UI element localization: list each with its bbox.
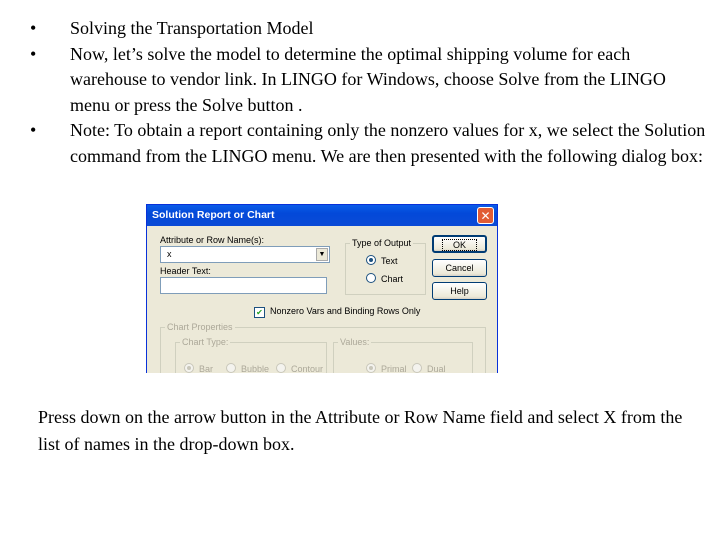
- slide-caption: Press down on the arrow button in the At…: [38, 407, 683, 454]
- cancel-button[interactable]: Cancel: [432, 259, 487, 277]
- bullet-item: • Note: To obtain a report containing onl…: [28, 118, 708, 169]
- radio-primal[interactable]: Primal: [366, 363, 407, 373]
- radio-selected-icon: [366, 363, 376, 373]
- chart-type-label: Chart Type:: [180, 337, 231, 347]
- attribute-label: Attribute or Row Name(s):: [160, 235, 265, 245]
- checkmark-icon: ✔: [254, 307, 265, 318]
- radio-bubble[interactable]: Bubble: [226, 363, 269, 373]
- close-icon[interactable]: ✕: [477, 207, 494, 224]
- radio-text-label: Text: [381, 256, 398, 266]
- header-text-label: Header Text:: [160, 266, 211, 276]
- radio-text[interactable]: Text: [366, 255, 398, 266]
- output-type-label: Type of Output: [350, 238, 414, 248]
- help-label: Help: [450, 286, 469, 296]
- radio-bar[interactable]: Bar: [184, 363, 213, 373]
- output-type-group: Type of Output Text Chart: [345, 238, 426, 295]
- bullet-marker: •: [30, 18, 37, 38]
- radio-unselected-icon: [412, 363, 422, 373]
- chart-properties-group: Chart Properties Chart Type: Bar Bubble …: [160, 322, 486, 373]
- radio-chart-label: Chart: [381, 274, 404, 284]
- radio-dual-label: Dual: [427, 364, 446, 373]
- bullet-item: • Now, let’s solve the model to determine…: [28, 42, 708, 119]
- radio-dual[interactable]: Dual: [412, 363, 446, 373]
- bullet-marker: •: [30, 120, 37, 140]
- radio-bubble-label: Bubble: [241, 364, 270, 373]
- ok-button[interactable]: OK: [432, 235, 487, 253]
- bullet-text: Note: To obtain a report containing only…: [70, 120, 706, 166]
- attribute-value: x: [167, 249, 172, 259]
- bullet-text: Solving the Transportation Model: [70, 18, 314, 38]
- radio-unselected-icon: [226, 363, 236, 373]
- help-button[interactable]: Help: [432, 282, 487, 300]
- radio-unselected-icon: [366, 273, 376, 283]
- radio-selected-icon: [366, 255, 376, 265]
- chevron-down-icon[interactable]: ▼: [316, 248, 328, 261]
- values-group: Values: Primal Dual: [333, 337, 473, 373]
- nonzero-checkbox-label: Nonzero Vars and Binding Rows Only: [270, 306, 421, 316]
- radio-chart[interactable]: Chart: [366, 273, 403, 284]
- dialog-title-bar: Solution Report or Chart ✕: [147, 205, 497, 226]
- radio-selected-icon: [184, 363, 194, 373]
- chart-type-group: Chart Type: Bar Bubble Contour: [175, 337, 327, 373]
- header-text-input[interactable]: [160, 277, 327, 294]
- radio-contour[interactable]: Contour: [276, 363, 323, 373]
- cancel-label: Cancel: [445, 263, 474, 273]
- dialog-screenshot: Solution Report or Chart ✕ Attribute or …: [146, 204, 498, 373]
- ok-label: OK: [441, 239, 478, 251]
- bullet-text: Now, let’s solve the model to determine …: [70, 43, 666, 115]
- radio-contour-label: Contour: [291, 364, 324, 373]
- solution-report-dialog: Solution Report or Chart ✕ Attribute or …: [146, 204, 498, 373]
- radio-primal-label: Primal: [381, 364, 407, 373]
- values-label: Values:: [338, 337, 372, 347]
- nonzero-checkbox[interactable]: ✔ Nonzero Vars and Binding Rows Only: [254, 306, 420, 318]
- bullet-marker: •: [30, 43, 37, 64]
- bullet-item: • Solving the Transportation Model: [28, 16, 708, 42]
- dialog-title: Solution Report or Chart: [152, 209, 275, 221]
- chart-properties-label: Chart Properties: [165, 322, 235, 332]
- radio-bar-label: Bar: [199, 364, 214, 373]
- radio-unselected-icon: [276, 363, 286, 373]
- bullet-list: • Solving the Transportation Model • Now, …: [28, 16, 708, 169]
- dialog-body: Attribute or Row Name(s): x ▼ Header Tex…: [150, 226, 494, 373]
- attribute-dropdown[interactable]: x ▼: [160, 246, 330, 263]
